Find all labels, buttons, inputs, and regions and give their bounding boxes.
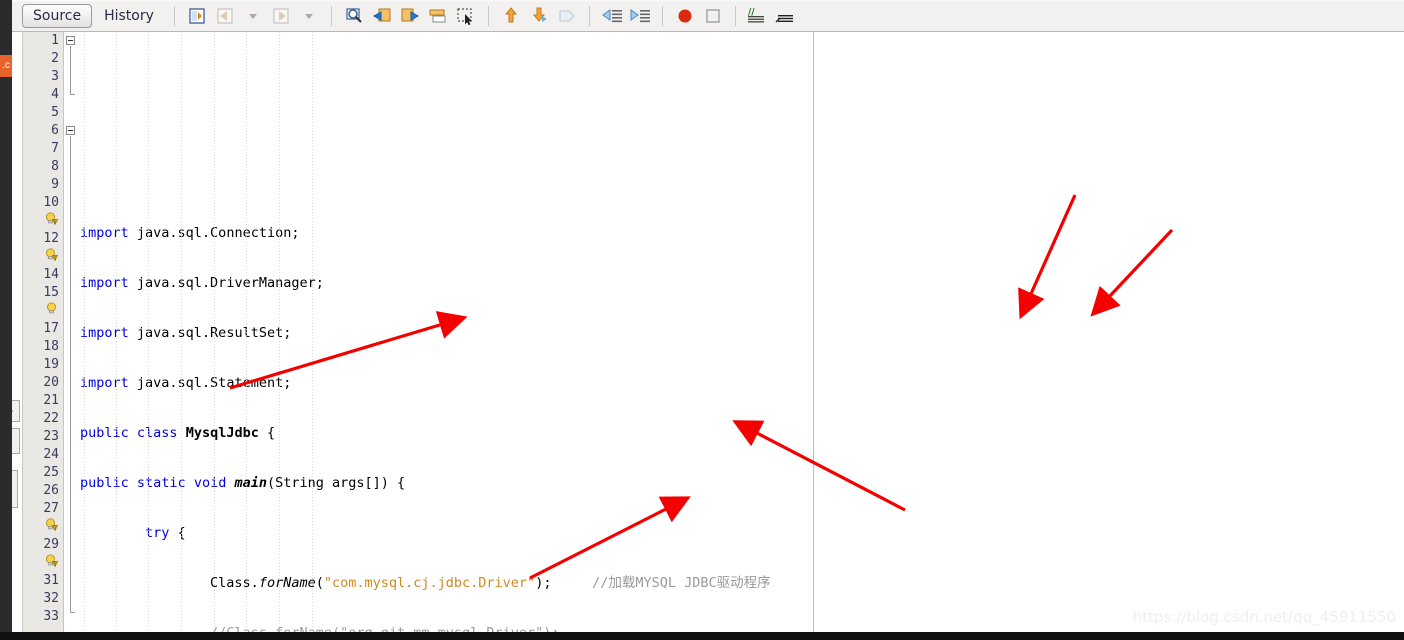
svg-text:!: ! (54, 220, 56, 226)
line-number: 31 (43, 573, 59, 588)
toolbar-separator (330, 5, 332, 26)
toolbar-separator (173, 5, 175, 26)
find-next-icon[interactable] (397, 4, 423, 28)
toolbar-separator (661, 5, 663, 26)
previous-bookmark-up-icon[interactable] (498, 4, 524, 28)
back-dropdown-icon[interactable] (240, 4, 266, 28)
line-number: 14 (43, 267, 59, 282)
forward-dropdown-icon[interactable] (296, 4, 322, 28)
svg-text:!: ! (54, 256, 56, 262)
line-number: 26 (43, 483, 59, 498)
forward-navigation-icon[interactable] (268, 4, 294, 28)
line-number: 33 (43, 609, 59, 624)
hint-bulb-icon[interactable] (23, 302, 63, 320)
line-number: 19 (43, 357, 59, 372)
back-navigation-icon[interactable] (212, 4, 238, 28)
line-number-gutter: 1 2 3 4 5 6 7 8 9 10 ! 12 ! 14 15 17 18 … (23, 32, 64, 632)
toolbar-separator (588, 5, 590, 26)
fold-bracket-imports (70, 46, 71, 94)
line-number: 24 (43, 447, 59, 462)
code-editor[interactable]: 1 2 3 4 5 6 7 8 9 10 ! 12 ! 14 15 17 18 … (12, 32, 1404, 632)
line-number: 12 (43, 231, 59, 246)
toggle-highlight-icon[interactable] (425, 4, 451, 28)
next-bookmark-down-icon[interactable] (526, 4, 552, 28)
svg-text:!: ! (54, 526, 56, 532)
fold-bracket-main (70, 136, 71, 612)
line-number: 23 (43, 429, 59, 444)
fold-toggle-imports[interactable] (66, 36, 75, 45)
find-previous-icon[interactable] (369, 4, 395, 28)
line-number: 17 (43, 321, 59, 336)
fold-bracket-end (70, 94, 75, 95)
toggle-bookmark-icon[interactable] (554, 4, 580, 28)
comment-icon[interactable]: // (745, 4, 771, 28)
line-number: 20 (43, 375, 59, 390)
line-number: 15 (43, 285, 59, 300)
hint-warning-bulb-icon[interactable]: ! (23, 518, 63, 536)
hint-warning-bulb-icon[interactable]: ! (23, 554, 63, 572)
svg-text:!: ! (54, 562, 56, 568)
code-folding-column[interactable] (64, 32, 80, 632)
fold-bracket-end (70, 612, 75, 613)
line-number: 25 (43, 465, 59, 480)
fold-toggle-main[interactable] (66, 126, 75, 135)
stop-macro-recording-icon[interactable] (700, 4, 726, 28)
shift-right-icon[interactable] (627, 4, 653, 28)
line-number: 9 (51, 177, 59, 192)
line-number: 29 (43, 537, 59, 552)
tab-source[interactable]: Source (22, 3, 93, 28)
toggle-rectangular-select-icon[interactable] (453, 4, 479, 28)
hint-warning-bulb-icon[interactable]: ! (23, 248, 63, 266)
line-number: 21 (43, 393, 59, 408)
line-number: 2 (51, 51, 59, 66)
line-number: 3 (51, 69, 59, 84)
line-number: 7 (51, 141, 59, 156)
toolbar-separator (487, 5, 489, 26)
line-number: 27 (43, 501, 59, 516)
line-number: 5 (51, 105, 59, 120)
line-number: 8 (51, 159, 59, 174)
find-selection-icon[interactable] (341, 4, 367, 28)
left-tab-stub[interactable]: .c (0, 55, 12, 77)
uncomment-icon[interactable] (773, 4, 799, 28)
code-text-area[interactable]: import java.sql.Connection; import java.… (80, 32, 1404, 632)
line-number: 6 (51, 123, 59, 138)
toggle-rectangular-selection-icon[interactable] (184, 4, 210, 28)
line-number: 10 (43, 195, 59, 210)
left-dark-rail (0, 0, 12, 640)
toolbar-separator (734, 5, 736, 26)
watermark: https://blog.csdn.net/qq_45911550 (1132, 608, 1396, 626)
line-number: 18 (43, 339, 59, 354)
start-macro-recording-icon[interactable] (672, 4, 698, 28)
line-number: 1 (51, 33, 59, 48)
line-number: 4 (51, 87, 59, 102)
editor-toolbar: Source History // (12, 0, 1404, 32)
right-margin-line (813, 32, 814, 632)
shift-left-icon[interactable] (599, 4, 625, 28)
line-number: 32 (43, 591, 59, 606)
line-number: 22 (43, 411, 59, 426)
tab-history[interactable]: History (92, 4, 166, 28)
annotation-glyph-gutter[interactable] (12, 32, 23, 632)
bottom-black-bar (0, 632, 1404, 640)
hint-warning-bulb-icon[interactable]: ! (23, 212, 63, 230)
